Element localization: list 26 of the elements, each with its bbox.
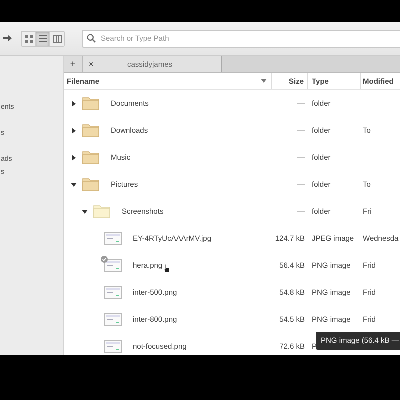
expand-arrow-icon[interactable]: [72, 154, 76, 160]
image-thumbnail: [104, 313, 122, 326]
folder-icon: [93, 204, 111, 219]
folder-icon: [82, 177, 100, 192]
list-icon: [38, 34, 46, 42]
image-thumbnail: [104, 286, 122, 299]
folder-icon: [82, 150, 100, 165]
expand-arrow-icon[interactable]: [72, 128, 76, 134]
image-thumbnail: [104, 232, 122, 245]
columns-icon: [52, 34, 62, 42]
list-view-button[interactable]: [36, 32, 50, 46]
close-icon[interactable]: ×: [89, 60, 99, 68]
folder-icon: [82, 96, 100, 111]
collapse-arrow-icon[interactable]: [70, 182, 76, 186]
expand-arrow-icon[interactable]: [72, 100, 76, 106]
sort-arrow-icon: [261, 79, 267, 83]
column-view-button[interactable]: [50, 32, 64, 46]
grid-icon: [24, 34, 32, 42]
collapse-arrow-icon[interactable]: [82, 210, 88, 214]
grid-view-button[interactable]: [22, 32, 36, 46]
new-tab-button[interactable]: +: [64, 56, 83, 72]
checkmark-icon[interactable]: [101, 256, 108, 263]
image-thumbnail: [104, 259, 122, 272]
folder-icon: [82, 123, 100, 138]
hand-cursor-icon: [164, 264, 170, 273]
forward-arrow-icon[interactable]: [3, 34, 12, 43]
